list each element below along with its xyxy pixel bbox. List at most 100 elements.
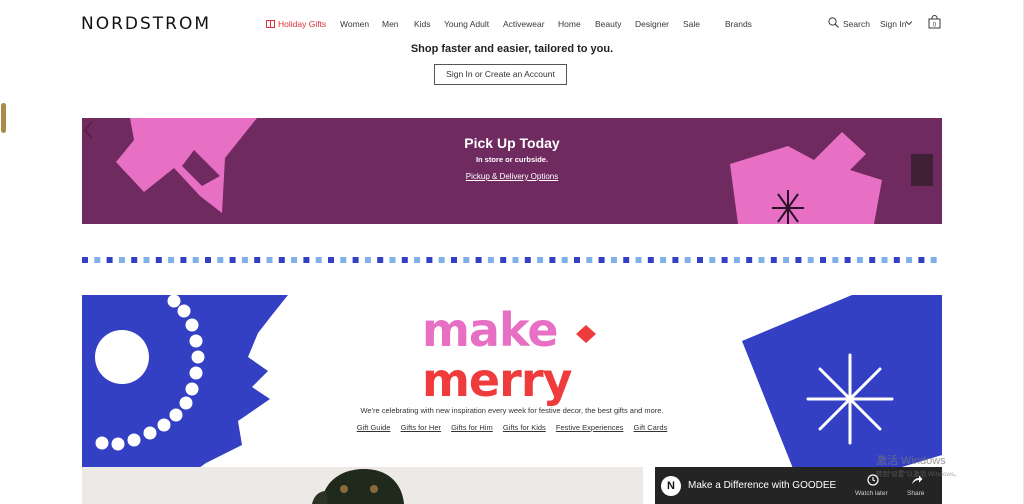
pearl-bead <box>111 437 125 451</box>
divider-dot <box>155 257 162 263</box>
divider-dot <box>721 257 728 263</box>
pearl-bead <box>191 350 205 364</box>
divider-dot <box>881 257 888 263</box>
divider-dot <box>168 257 175 263</box>
link-gifts-for-kids[interactable]: Gifts for Kids <box>503 423 546 432</box>
nav-item-sale[interactable]: Sale <box>683 19 700 29</box>
divider-dot <box>266 257 273 263</box>
divider-dot <box>684 257 691 263</box>
divider-dot <box>241 257 248 263</box>
pearl-bead <box>95 436 109 450</box>
divider-dot <box>303 257 310 263</box>
divider-dot <box>414 257 421 263</box>
divider-dot <box>118 257 125 263</box>
pickup-delivery-link[interactable]: Pickup & Delivery Options <box>466 172 558 181</box>
divider-dot <box>192 257 199 263</box>
nav-item-men[interactable]: Men <box>382 19 399 29</box>
chevron-down-icon[interactable] <box>905 19 913 27</box>
link-gift-guide[interactable]: Gift Guide <box>357 423 391 432</box>
divider-dot <box>660 257 667 263</box>
divider-dot <box>180 257 187 263</box>
nav-item-kids[interactable]: Kids <box>414 19 431 29</box>
watch-later-label[interactable]: Watch later <box>855 490 888 497</box>
divider-dot <box>315 257 322 263</box>
sign-in-menu[interactable]: Sign In <box>880 19 906 29</box>
divider-dot <box>143 257 150 263</box>
divider-dot <box>758 257 765 263</box>
divider-dot <box>795 257 802 263</box>
divider-dot <box>598 257 605 263</box>
nav-item-brands[interactable]: Brands <box>725 19 752 29</box>
pearl-bead <box>189 334 203 348</box>
activate-windows-watermark: 激活 Windows <box>876 455 946 467</box>
divider-dot <box>205 257 211 263</box>
divider-dot <box>475 257 482 263</box>
link-gifts-for-him[interactable]: Gifts for Him <box>451 423 493 432</box>
divider-dot <box>647 257 654 263</box>
divider-dot <box>487 257 494 263</box>
pearl-bead <box>185 318 199 332</box>
nav-item-holiday-gifts[interactable]: Holiday Gifts <box>266 19 326 29</box>
dog-photo-image <box>82 467 643 504</box>
divider-dot <box>254 257 261 263</box>
nav-item-activewear[interactable]: Activewear <box>503 19 545 29</box>
nordstrom-logo[interactable]: NORDSTROM <box>81 14 211 34</box>
link-gifts-for-her[interactable]: Gifts for Her <box>401 423 441 432</box>
activate-windows-subtext: 转到"设置"以激活 Windows。 <box>876 471 961 478</box>
divider-dot <box>94 257 101 263</box>
pickup-promo-banner[interactable]: Pick Up Today In store or curbside. Pick… <box>82 118 942 224</box>
divider-dot <box>820 257 826 263</box>
sign-in-create-account-button[interactable]: Sign In or Create an Account <box>434 64 567 85</box>
pearl-bead <box>127 433 141 447</box>
hero-links: Gift Guide Gifts for Her Gifts for Him G… <box>82 423 942 432</box>
divider-dot <box>352 257 359 263</box>
divider-dot <box>328 257 334 263</box>
search-icon[interactable] <box>828 17 839 28</box>
divider-dot <box>746 257 753 263</box>
hero-description: We're celebrating with new inspiration e… <box>360 406 664 415</box>
festive-dotted-divider <box>82 257 937 263</box>
divider-dot <box>229 257 236 263</box>
divider-dot <box>844 257 851 263</box>
divider-dot <box>733 257 740 263</box>
nav-item-home[interactable]: Home <box>558 19 581 29</box>
divider-dot <box>856 257 863 263</box>
link-festive-experiences[interactable]: Festive Experiences <box>556 423 624 432</box>
svg-text:merry: merry <box>422 353 573 407</box>
divider-dot <box>426 257 433 263</box>
promo-decoration <box>116 118 882 224</box>
divider-dot <box>709 257 716 263</box>
divider-dot <box>574 257 580 263</box>
divider-dot <box>672 257 679 263</box>
divider-dot <box>106 257 113 263</box>
promo-title: Pick Up Today <box>464 135 560 151</box>
svg-text:make: make <box>422 303 558 357</box>
divider-dot <box>918 257 925 263</box>
divider-dot <box>82 257 88 263</box>
divider-dot <box>635 257 642 263</box>
divider-dot <box>906 257 913 263</box>
divider-dot <box>783 257 790 263</box>
holiday-photo-tile[interactable] <box>82 467 643 504</box>
nav-item-designer[interactable]: Designer <box>635 19 669 29</box>
nav-item-young-adult[interactable]: Young Adult <box>444 19 489 29</box>
divider-dot <box>623 257 630 263</box>
divider-dot <box>561 257 568 263</box>
divider-dot <box>364 257 371 263</box>
divider-dot <box>377 257 384 263</box>
video-title[interactable]: Make a Difference with GOODEE <box>688 480 836 491</box>
divider-dot <box>217 257 224 263</box>
channel-logo[interactable]: N <box>661 476 681 496</box>
search-label[interactable]: Search <box>843 19 870 29</box>
divider-dot <box>807 257 814 263</box>
share-label[interactable]: Share <box>907 490 924 497</box>
divider-dot <box>610 257 617 263</box>
divider-dot <box>438 257 445 263</box>
left-scroll-indicator[interactable] <box>1 103 6 133</box>
shopping-bag-icon[interactable]: 0 <box>928 15 941 29</box>
divider-dot <box>340 257 347 263</box>
nav-item-beauty[interactable]: Beauty <box>595 19 621 29</box>
nav-item-women[interactable]: Women <box>340 19 369 29</box>
divider-dot <box>131 257 138 263</box>
link-gift-cards[interactable]: Gift Cards <box>634 423 668 432</box>
